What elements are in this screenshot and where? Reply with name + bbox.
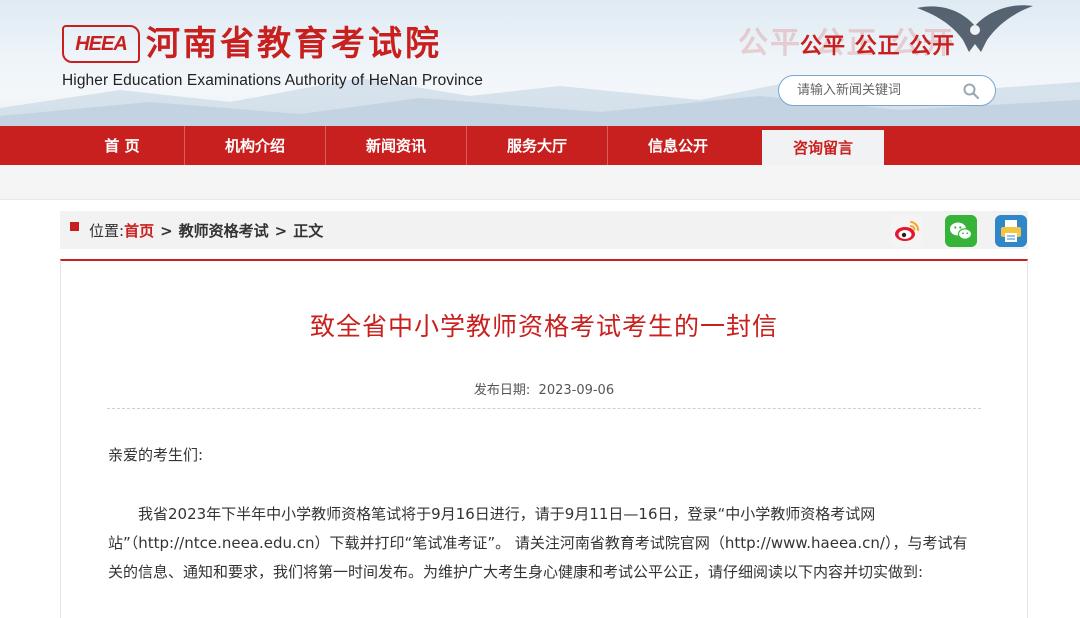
publish-date-label: 发布日期: [473, 383, 531, 398]
breadcrumb-home-link[interactable]: 首页 [124, 220, 154, 241]
publish-date-line: 发布日期: 2023-09-06 [61, 379, 1027, 398]
divider [107, 408, 981, 409]
breadcrumb-current: 正文 [293, 222, 324, 240]
article-title: 致全省中小学教师资格考试考生的一封信 [309, 312, 778, 341]
nav-item-disclosure[interactable]: 信息公开 [607, 126, 748, 165]
location-marker-icon [70, 222, 79, 231]
site-header: HEEA 河南省教育考试院 Higher Education Examinati… [0, 0, 1080, 126]
breadcrumb-category-link[interactable]: 教师资格考试 [179, 220, 269, 241]
site-name-en: Higher Education Examinations Authority … [62, 72, 483, 89]
print-icon[interactable] [995, 215, 1027, 247]
article-greeting: 亲爱的考生们: [108, 446, 204, 464]
sub-nav-bar [0, 165, 1080, 200]
search-icon[interactable] [963, 83, 979, 99]
breadcrumb-separator: > [160, 221, 173, 240]
nav-item-about[interactable]: 机构介绍 [184, 126, 325, 165]
slogan: 公平 公正 公开 [800, 34, 956, 59]
nav-item-consult[interactable]: 咨询留言 [762, 130, 884, 165]
breadcrumb-prefix: 位置: [89, 222, 125, 240]
weibo-icon[interactable] [891, 215, 923, 247]
search-box [778, 75, 996, 106]
breadcrumb: 位置: 首页 > 教师资格考试 > 正文 [60, 211, 1028, 249]
nav-item-news[interactable]: 新闻资讯 [325, 126, 466, 165]
article-paragraph: 我省2023年下半年中小学教师资格笔试将于9月16日进行，请于9月11日—16日… [108, 505, 968, 581]
wechat-icon[interactable] [945, 215, 977, 247]
breadcrumb-separator: > [274, 221, 288, 240]
nav-item-services[interactable]: 服务大厅 [466, 126, 607, 165]
heea-logo-mark: HEEA [62, 25, 140, 63]
site-logo[interactable]: HEEA 河南省教育考试院 Higher Education Examinati… [62, 22, 483, 90]
site-name-cn: 河南省教育考试院 [146, 24, 442, 64]
nav-item-home[interactable]: 首 页 [60, 126, 184, 165]
search-input[interactable] [797, 83, 957, 98]
publish-date: 2023-09-06 [538, 383, 615, 398]
article-panel: 致全省中小学教师资格考试考生的一封信 发布日期: 2023-09-06 亲爱的考… [60, 259, 1028, 618]
main-nav: 首 页 机构介绍 新闻资讯 服务大厅 信息公开 咨询留言 [0, 126, 1080, 165]
